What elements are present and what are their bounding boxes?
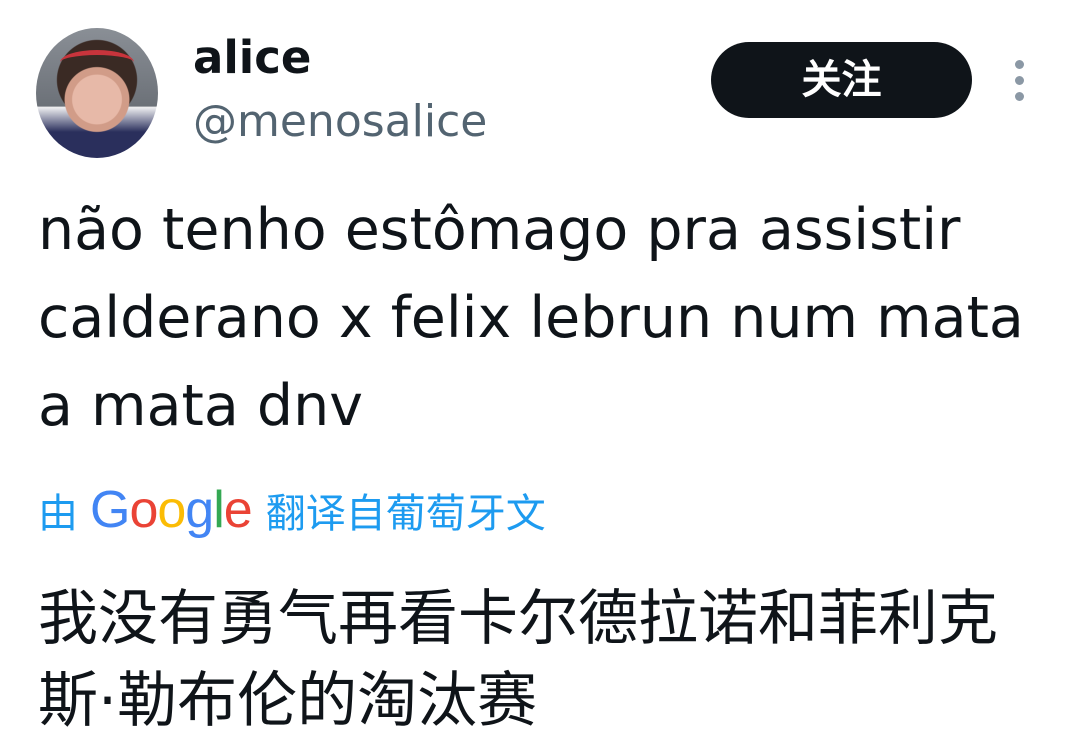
more-dot [1015, 92, 1024, 101]
translate-prefix: 由 [38, 491, 78, 537]
more-dot [1015, 76, 1024, 85]
avatar[interactable] [36, 28, 158, 158]
more-dot [1015, 60, 1024, 69]
headband-graphic [60, 50, 134, 75]
translated-text-line: 我没有勇气再看卡尔德拉诺和菲利克 [38, 584, 998, 654]
tweet-text: não tenho estômago pra assistir calderan… [38, 186, 1058, 450]
translated-text: 我没有勇气再看卡尔德拉诺和菲利克 斯·勒布伦的淘汰赛 [38, 578, 1038, 742]
tweet-text-line: a mata dnv [38, 373, 363, 439]
more-vertical-icon[interactable] [1004, 56, 1036, 106]
follow-button[interactable]: 关注 [711, 42, 972, 118]
translated-text-line: 斯·勒布伦的淘汰赛 [38, 666, 538, 736]
author-handle[interactable]: @menosalice [193, 92, 487, 152]
translate-suffix: 翻译自葡萄牙文 [265, 491, 546, 537]
translated-by-google-link[interactable]: 由 Google 翻译自葡萄牙文 [38, 478, 546, 542]
tweet-text-line: não tenho estômago pra assistir [38, 197, 961, 263]
tweet-text-line: calderano x felix lebrun num mata [38, 285, 1024, 351]
author-display-name[interactable]: alice [193, 30, 311, 86]
google-logo: Google [90, 481, 253, 539]
